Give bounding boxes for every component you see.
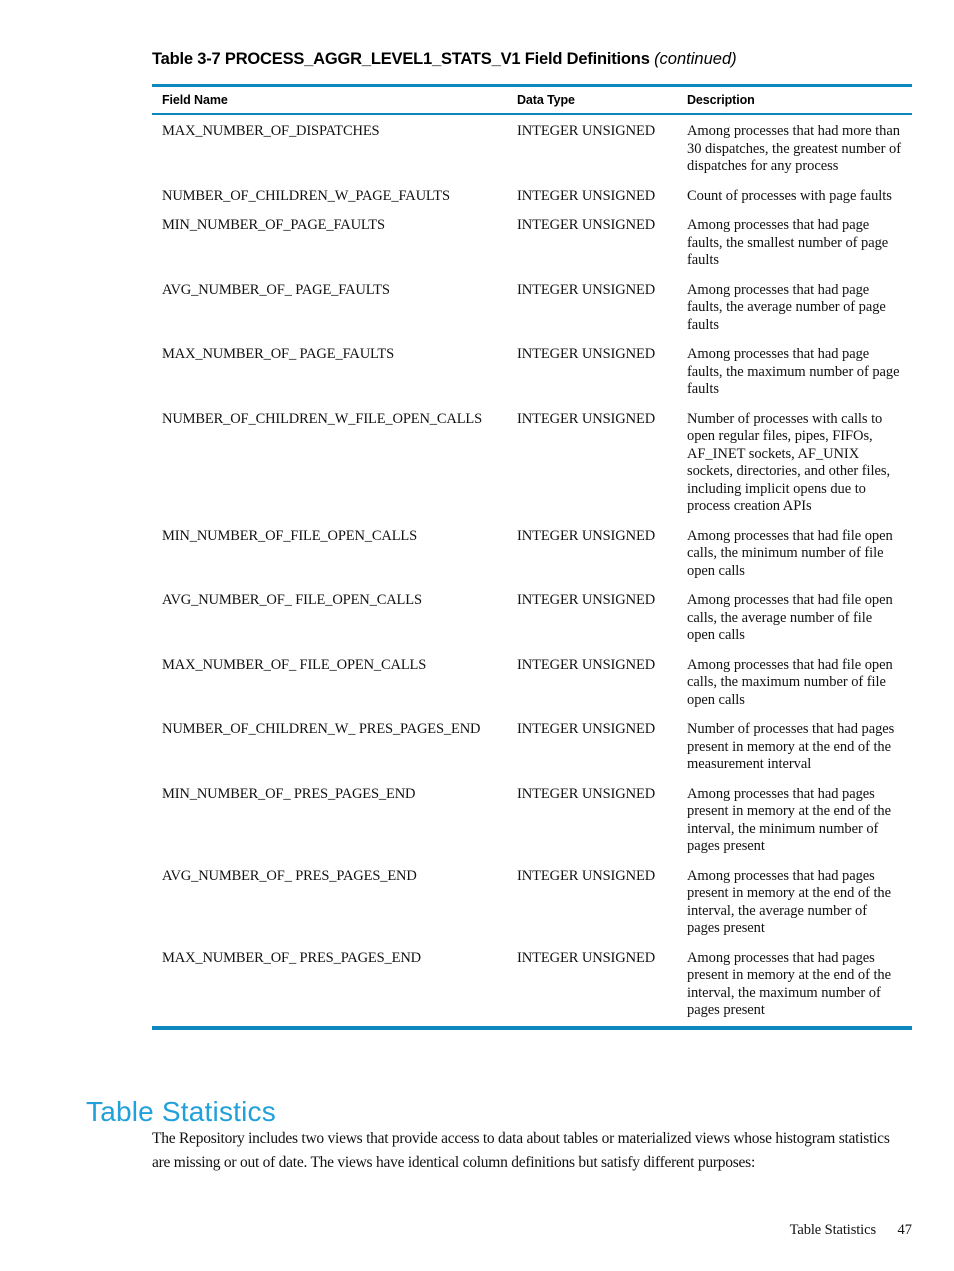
cell-field-name: AVG_NUMBER_OF_ PAGE_FAULTS bbox=[162, 281, 390, 298]
cell-field-name: MIN_NUMBER_OF_ PRES_PAGES_END bbox=[162, 785, 416, 802]
cell-description: Among processes that had page faults, th… bbox=[687, 217, 889, 268]
cell-description: Among processes that had page faults, th… bbox=[687, 346, 900, 397]
cell-data-type: INTEGER UNSIGNED bbox=[517, 721, 656, 737]
cell-field-name: NUMBER_OF_CHILDREN_W_PAGE_FAULTS bbox=[162, 187, 450, 204]
cell-description: Among processes that had pages present i… bbox=[687, 785, 892, 855]
cell-description: Number of processes that had pages prese… bbox=[687, 721, 895, 772]
table-row: MAX_NUMBER_OF_ PRES_PAGES_END INTEGER UN… bbox=[152, 950, 912, 1020]
cell-description: Among processes that had pages present i… bbox=[687, 949, 892, 1019]
cell-data-type: INTEGER UNSIGNED bbox=[517, 217, 656, 233]
cell-data-type: INTEGER UNSIGNED bbox=[517, 123, 656, 139]
cell-data-type: INTEGER UNSIGNED bbox=[517, 346, 656, 362]
table-row: NUMBER_OF_CHILDREN_W_FILE_OPEN_CALLS INT… bbox=[152, 411, 912, 516]
table-caption: Table 3-7 PROCESS_AGGR_LEVEL1_STATS_V1 F… bbox=[152, 50, 912, 69]
cell-description: Among processes that had file open calls… bbox=[687, 592, 893, 643]
cell-data-type: INTEGER UNSIGNED bbox=[517, 527, 656, 544]
table-row: AVG_NUMBER_OF_ FILE_OPEN_CALLS INTEGER U… bbox=[152, 592, 912, 645]
table-caption-text: Table 3-7 PROCESS_AGGR_LEVEL1_STATS_V1 F… bbox=[152, 50, 650, 68]
table-row: MIN_NUMBER_OF_PAGE_FAULTS INTEGER UNSIGN… bbox=[152, 217, 912, 270]
table-row: MIN_NUMBER_OF_ PRES_PAGES_END INTEGER UN… bbox=[152, 786, 912, 856]
table-row: NUMBER_OF_CHILDREN_W_ PRES_PAGES_END INT… bbox=[152, 721, 912, 774]
table-row: MAX_NUMBER_OF_ FILE_OPEN_CALLS INTEGER U… bbox=[152, 657, 912, 710]
cell-description: Among processes that had file open calls… bbox=[687, 527, 893, 579]
cell-field-name: MAX_NUMBER_OF_ PRES_PAGES_END bbox=[162, 949, 421, 966]
footer-section-label: Table Statistics bbox=[789, 1222, 876, 1238]
cell-data-type: INTEGER UNSIGNED bbox=[517, 410, 656, 427]
table-row: NUMBER_OF_CHILDREN_W_PAGE_FAULTS INTEGER… bbox=[152, 188, 912, 206]
document-page: Table 3-7 PROCESS_AGGR_LEVEL1_STATS_V1 F… bbox=[0, 0, 954, 1271]
cell-data-type: INTEGER UNSIGNED bbox=[517, 867, 656, 884]
cell-field-name: AVG_NUMBER_OF_ FILE_OPEN_CALLS bbox=[162, 592, 422, 608]
cell-field-name: MAX_NUMBER_OF_ FILE_OPEN_CALLS bbox=[162, 656, 427, 673]
cell-description: Count of processes with page faults bbox=[687, 187, 892, 204]
column-header-data-type: Data Type bbox=[517, 93, 575, 107]
page-footer: Table Statistics 47 bbox=[0, 1222, 954, 1246]
cell-description: Among processes that had file open calls… bbox=[687, 656, 893, 708]
cell-description: Among processes that had more than 30 di… bbox=[687, 123, 901, 174]
cell-data-type: INTEGER UNSIGNED bbox=[517, 785, 656, 802]
cell-data-type: INTEGER UNSIGNED bbox=[517, 656, 656, 673]
cell-data-type: INTEGER UNSIGNED bbox=[517, 187, 656, 204]
cell-field-name: MAX_NUMBER_OF_ PAGE_FAULTS bbox=[162, 346, 395, 362]
table-row: AVG_NUMBER_OF_ PAGE_FAULTS INTEGER UNSIG… bbox=[152, 282, 912, 335]
field-definitions-table: Field Name Data Type Description MAX_NUM… bbox=[152, 84, 912, 1030]
cell-description: Number of processes with calls to open r… bbox=[687, 410, 891, 515]
cell-field-name: MIN_NUMBER_OF_FILE_OPEN_CALLS bbox=[162, 527, 418, 544]
column-header-description: Description bbox=[687, 93, 755, 107]
table-caption-continued: (continued) bbox=[654, 50, 737, 68]
cell-data-type: INTEGER UNSIGNED bbox=[517, 592, 656, 608]
cell-field-name: NUMBER_OF_CHILDREN_W_FILE_OPEN_CALLS bbox=[162, 410, 483, 427]
table-row: MAX_NUMBER_OF_ PAGE_FAULTS INTEGER UNSIG… bbox=[152, 346, 912, 399]
section-heading-table-statistics: Table Statistics bbox=[86, 1096, 276, 1128]
table-bottom-rule bbox=[152, 1025, 912, 1030]
table-header-row: Field Name Data Type Description bbox=[152, 87, 912, 113]
cell-field-name: AVG_NUMBER_OF_ PRES_PAGES_END bbox=[162, 867, 417, 884]
cell-data-type: INTEGER UNSIGNED bbox=[517, 281, 656, 298]
table-row: MIN_NUMBER_OF_FILE_OPEN_CALLS INTEGER UN… bbox=[152, 528, 912, 581]
cell-description: Among processes that had pages present i… bbox=[687, 867, 892, 937]
column-header-field-name: Field Name bbox=[162, 93, 228, 107]
cell-field-name: MIN_NUMBER_OF_PAGE_FAULTS bbox=[162, 217, 385, 233]
table-row: AVG_NUMBER_OF_ PRES_PAGES_END INTEGER UN… bbox=[152, 868, 912, 938]
cell-field-name: MAX_NUMBER_OF_DISPATCHES bbox=[162, 123, 380, 139]
cell-data-type: INTEGER UNSIGNED bbox=[517, 949, 656, 966]
table-row: MAX_NUMBER_OF_DISPATCHES INTEGER UNSIGNE… bbox=[152, 123, 912, 176]
footer-page-number: 47 bbox=[897, 1222, 913, 1238]
cell-description: Among processes that had page faults, th… bbox=[687, 281, 886, 333]
cell-field-name: NUMBER_OF_CHILDREN_W_ PRES_PAGES_END bbox=[162, 721, 481, 737]
section-paragraph: The Repository includes two views that p… bbox=[152, 1129, 890, 1171]
table-body: MAX_NUMBER_OF_DISPATCHES INTEGER UNSIGNE… bbox=[152, 115, 912, 1020]
